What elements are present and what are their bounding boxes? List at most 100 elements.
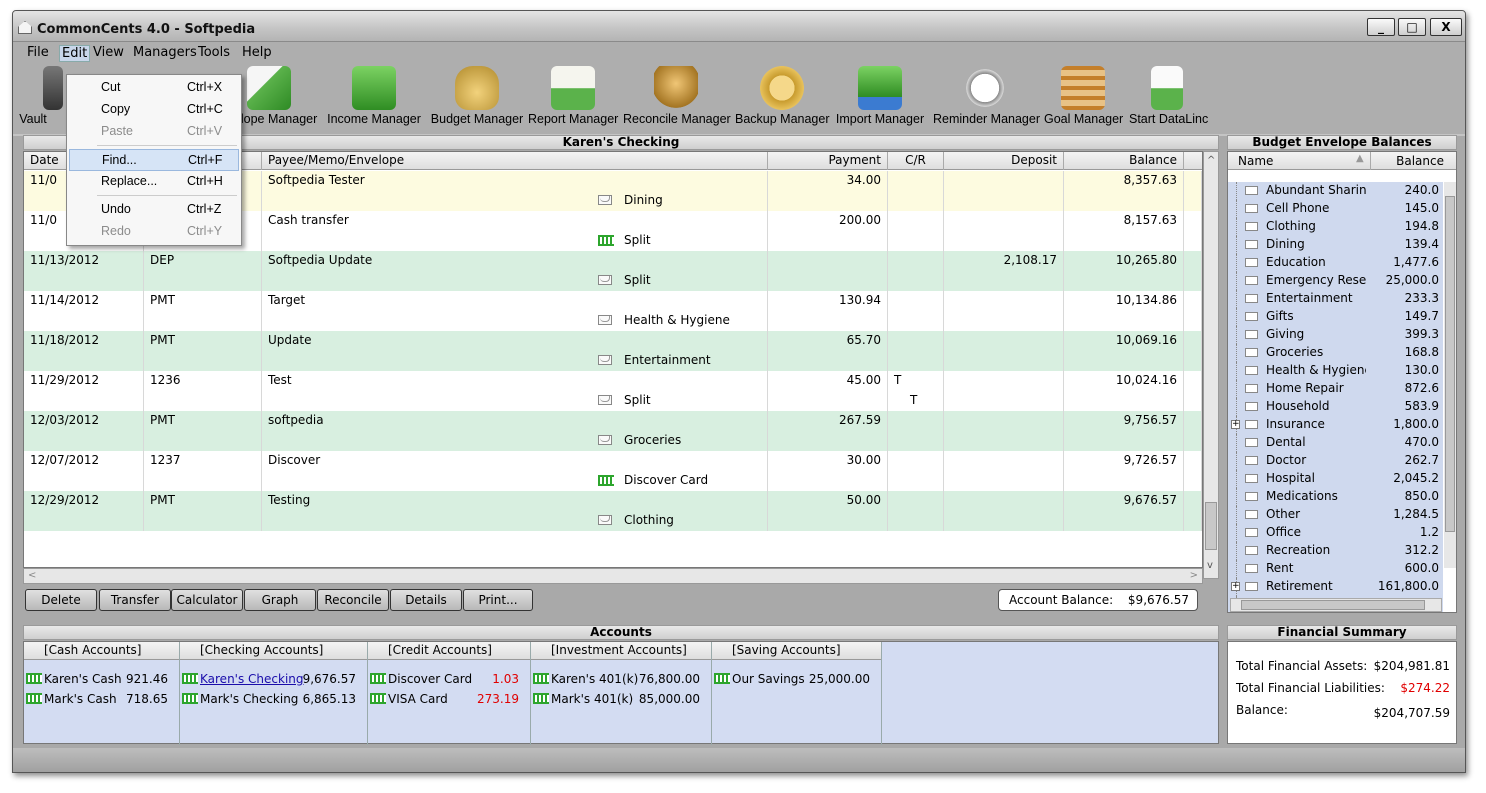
account-group-header[interactable]: [Investment Accounts] (531, 642, 711, 660)
register-vertical-scrollbar[interactable]: ^ v (1203, 151, 1219, 579)
budget-envelope-item[interactable]: Other 1,284.5 (1228, 506, 1443, 524)
col-payment[interactable]: Payment (768, 152, 888, 170)
minimize-button[interactable]: _ (1367, 18, 1395, 36)
menu-tools[interactable]: Tools (198, 45, 230, 60)
account-item[interactable]: Discover Card 1.03 (370, 670, 523, 690)
budget-envelope-item[interactable]: Hospital 2,045.2 (1228, 470, 1443, 488)
account-item[interactable]: VISA Card 273.19 (370, 690, 523, 710)
toolbar-vault[interactable]: Vault (13, 66, 63, 132)
transaction-row[interactable]: 11/29/2012 1236 Test 45.00 T 10,024.16 (24, 371, 1202, 391)
toolbar-backup-manager[interactable]: Backup Manager (735, 66, 830, 132)
print-button[interactable]: Print... (463, 589, 533, 611)
transaction-row[interactable]: 12/29/2012 PMT Testing 50.00 9,676.57 (24, 491, 1202, 511)
menu-item-cut[interactable]: Cut Ctrl+X (69, 77, 239, 99)
budget-envelope-item[interactable]: + Retirement 161,800.0 (1228, 578, 1443, 596)
calculator-button[interactable]: Calculator (171, 589, 243, 611)
transaction-envelope-row[interactable]: Split T (24, 391, 1202, 411)
budget-envelope-item[interactable]: Gifts 149.7 (1228, 308, 1443, 326)
scroll-down-icon[interactable]: v (1207, 560, 1213, 571)
budget-envelope-item[interactable]: Home Repair 872.6 (1228, 380, 1443, 398)
account-name[interactable]: Karen's Checking (200, 672, 304, 686)
budget-vertical-scrollbar[interactable] (1444, 182, 1456, 568)
col-cr[interactable]: C/R (888, 152, 944, 170)
toolbar-reconcile-manager[interactable]: Reconcile Manager (623, 66, 731, 132)
menu-file[interactable]: File (27, 45, 49, 60)
maximize-button[interactable]: □ (1398, 18, 1426, 36)
budget-envelope-item[interactable]: Medications 850.0 (1228, 488, 1443, 506)
reconcile-button[interactable]: Reconcile (317, 589, 389, 611)
transaction-envelope-row[interactable]: Discover Card (24, 471, 1202, 491)
budget-envelope-item[interactable]: Emergency Rese... 25,000.0 (1228, 272, 1443, 290)
transaction-envelope-row[interactable]: Groceries (24, 431, 1202, 451)
account-group-header[interactable]: [Cash Accounts] (24, 642, 179, 660)
toolbar-start-datalinc[interactable]: Start DataLinc (1129, 66, 1208, 132)
scroll-right-icon[interactable]: > (1190, 570, 1198, 581)
col-payee[interactable]: Payee/Memo/Envelope (262, 152, 768, 170)
account-item[interactable]: Our Savings 25,000.00 (714, 670, 874, 690)
transaction-envelope-row[interactable]: Health & Hygiene (24, 311, 1202, 331)
graph-button[interactable]: Graph (244, 589, 316, 611)
transaction-envelope-row[interactable]: Split (24, 271, 1202, 291)
budget-envelope-item[interactable]: Groceries 168.8 (1228, 344, 1443, 362)
budget-envelope-item[interactable]: Education 1,477.6 (1228, 254, 1443, 272)
details-button[interactable]: Details (390, 589, 462, 611)
budget-envelope-item[interactable]: Household 583.9 (1228, 398, 1443, 416)
budget-envelope-item[interactable]: Clothing 194.8 (1228, 218, 1443, 236)
account-group-header[interactable]: [Checking Accounts] (180, 642, 367, 660)
toolbar-income-manager[interactable]: Income Manager (327, 66, 421, 132)
account-group-header[interactable]: [Credit Accounts] (368, 642, 530, 660)
transaction-row[interactable]: 11/13/2012 DEP Softpedia Update 2,108.17 10,… (24, 251, 1202, 271)
toolbar-import-manager[interactable]: Import Manager (835, 66, 925, 132)
budget-col-balance[interactable]: Balance (1396, 154, 1444, 168)
scroll-left-icon[interactable]: < (28, 570, 36, 581)
transfer-button[interactable]: Transfer (99, 589, 171, 611)
budget-envelope-item[interactable]: Abundant Sharing 240.0 (1228, 182, 1443, 200)
budget-envelope-item[interactable]: Cell Phone 145.0 (1228, 200, 1443, 218)
budget-envelope-item[interactable]: Doctor 262.7 (1228, 452, 1443, 470)
toolbar-budget-manager[interactable]: Budget Manager (429, 66, 525, 132)
account-group-header[interactable]: [Saving Accounts] (712, 642, 881, 660)
transaction-row[interactable]: 11/14/2012 PMT Target 130.94 10,134.86 (24, 291, 1202, 311)
expand-icon[interactable]: + (1231, 582, 1240, 591)
menu-view[interactable]: View (93, 45, 124, 60)
budget-envelope-item[interactable]: + Insurance 1,800.0 (1228, 416, 1443, 434)
menu-item-find[interactable]: Find... Ctrl+F (69, 149, 239, 171)
budget-envelope-item[interactable]: Office 1.2 (1228, 524, 1443, 542)
budget-envelope-item[interactable]: Giving 399.3 (1228, 326, 1443, 344)
budget-col-name[interactable]: Name (1238, 154, 1273, 168)
transaction-row[interactable]: 12/03/2012 PMT softpedia 267.59 9,756.57 (24, 411, 1202, 431)
transaction-envelope-row[interactable]: Clothing (24, 511, 1202, 531)
toolbar-reminder-manager[interactable]: Reminder Manager (933, 66, 1040, 132)
col-balance[interactable]: Balance (1064, 152, 1184, 170)
account-item[interactable]: Karen's Cash 921.46 (26, 670, 172, 690)
budget-horizontal-scrollbar[interactable] (1230, 598, 1442, 612)
scroll-thumb[interactable] (1205, 502, 1217, 550)
menu-item-undo[interactable]: Undo Ctrl+Z (69, 199, 239, 221)
budget-envelope-item[interactable]: Dental 470.0 (1228, 434, 1443, 452)
account-item[interactable]: Mark's 401(k) 85,000.00 (533, 690, 704, 710)
budget-envelope-item[interactable]: Dining 139.4 (1228, 236, 1443, 254)
transaction-envelope-row[interactable]: Entertainment (24, 351, 1202, 371)
toolbar-goal-manager[interactable]: Goal Manager (1044, 66, 1123, 132)
menu-edit[interactable]: Edit (59, 45, 91, 62)
budget-envelope-item[interactable]: Entertainment 233.3 (1228, 290, 1443, 308)
title-bar[interactable]: CommonCents 4.0 - Softpedia _ □ X (13, 11, 1465, 42)
budget-hscroll-thumb[interactable] (1241, 600, 1425, 610)
register-horizontal-scrollbar[interactable]: < > (23, 568, 1203, 584)
menu-help[interactable]: Help (242, 45, 272, 60)
account-item[interactable]: Mark's Cash 718.65 (26, 690, 172, 710)
scroll-up-icon[interactable]: ^ (1207, 155, 1215, 166)
budget-envelope-item[interactable]: Rent 600.0 (1228, 560, 1443, 578)
transaction-row[interactable]: 12/07/2012 1237 Discover 30.00 9,726.57 (24, 451, 1202, 471)
delete-button[interactable]: Delete (25, 589, 97, 611)
expand-icon[interactable]: + (1231, 420, 1240, 429)
budget-scroll-thumb[interactable] (1445, 196, 1455, 532)
account-item[interactable]: Mark's Checking 6,865.13 (182, 690, 360, 710)
menu-item-replace[interactable]: Replace... Ctrl+H (69, 171, 239, 193)
menu-item-copy[interactable]: Copy Ctrl+C (69, 99, 239, 121)
budget-envelope-item[interactable]: Health & Hygiene 130.0 (1228, 362, 1443, 380)
transaction-row[interactable]: 11/18/2012 PMT Update 65.70 10,069.16 (24, 331, 1202, 351)
close-button[interactable]: X (1430, 18, 1462, 36)
account-item[interactable]: Karen's 401(k) 76,800.00 (533, 670, 704, 690)
account-item[interactable]: Karen's Checking 9,676.57 (182, 670, 360, 690)
